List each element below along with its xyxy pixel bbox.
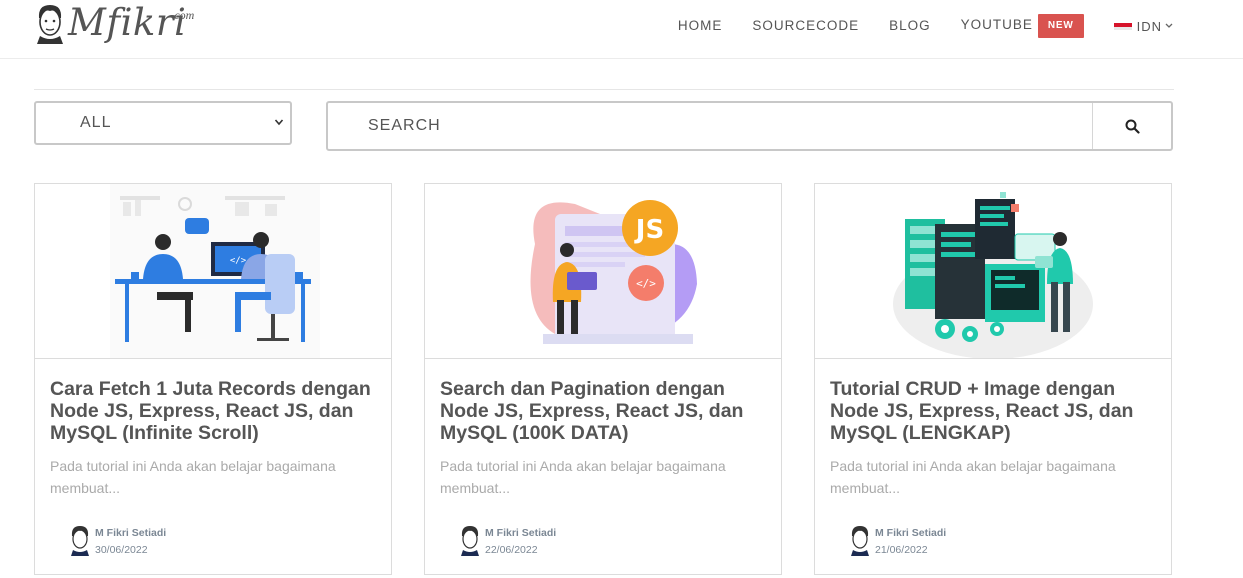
svg-text:</>: </> xyxy=(230,256,247,266)
language-label: IDN xyxy=(1136,18,1162,34)
post-excerpt: Pada tutorial ini Anda akan belajar baga… xyxy=(440,458,726,496)
avatar xyxy=(461,526,479,556)
nav-blog[interactable]: BLOG xyxy=(889,17,931,35)
brand-name: Mfikri xyxy=(68,1,187,44)
chevron-down-icon xyxy=(1165,23,1173,28)
nav-sourcecode[interactable]: SOURCECODE xyxy=(752,17,859,35)
search-button[interactable] xyxy=(1092,103,1171,149)
language-dropdown[interactable]: IDN xyxy=(1113,18,1173,34)
brand-suffix: com xyxy=(174,8,195,22)
author-name: M Fikri Setiadi xyxy=(485,527,557,539)
author-name: M Fikri Setiadi xyxy=(875,527,947,539)
search-icon xyxy=(1125,119,1140,134)
indonesia-flag-icon xyxy=(1113,22,1132,30)
avatar xyxy=(851,526,869,556)
avatar xyxy=(71,526,89,556)
post-author: M Fikri Setiadi 22/06/2022 xyxy=(459,524,556,557)
divider xyxy=(34,89,1174,90)
developers-at-desk-illustration: </> xyxy=(110,184,320,358)
category-select-value: ALL xyxy=(80,114,112,131)
post-excerpt: Pada tutorial ini Anda akan belajar baga… xyxy=(50,458,336,496)
javascript-developer-illustration: JS </> xyxy=(530,200,697,344)
post-date: 22/06/2022 xyxy=(485,544,538,556)
post-excerpt: Pada tutorial ini Anda akan belajar baga… xyxy=(830,458,1116,496)
chevron-down-icon xyxy=(274,119,284,126)
category-select[interactable]: ALL xyxy=(34,101,292,145)
post-author: M Fikri Setiadi 21/06/2022 xyxy=(849,524,946,557)
brand-logo[interactable]: Mfikri com xyxy=(34,2,194,46)
svg-text:</>: </> xyxy=(636,277,656,290)
search-bar xyxy=(326,101,1173,151)
post-date: 30/06/2022 xyxy=(95,544,148,556)
post-thumbnail[interactable]: </> xyxy=(35,184,391,359)
new-badge: NEW xyxy=(1037,14,1084,38)
post-title[interactable]: Search dan Pagination dengan Node JS, Ex… xyxy=(440,378,770,444)
post-title[interactable]: Tutorial CRUD + Image dengan Node JS, Ex… xyxy=(830,378,1160,444)
nav-youtube[interactable]: YOUTUBE NEW xyxy=(961,14,1084,38)
main-nav: HOME SOURCECODE BLOG YOUTUBE NEW IDN xyxy=(678,14,1173,38)
post-card[interactable]: </> Cara Fetch 1 Juta Records dengan Nod… xyxy=(34,183,392,575)
svg-text:JS: JS xyxy=(634,215,664,245)
post-thumbnail[interactable]: JS </> xyxy=(425,184,781,359)
search-input[interactable] xyxy=(328,103,1094,149)
post-thumbnail[interactable] xyxy=(815,184,1171,359)
logo-face-icon xyxy=(37,5,63,44)
navbar: Mfikri com HOME SOURCECODE BLOG YOUTUBE N… xyxy=(0,0,1243,59)
nav-home[interactable]: HOME xyxy=(678,17,723,35)
nav-youtube-label: YOUTUBE xyxy=(960,17,1033,32)
post-title[interactable]: Cara Fetch 1 Juta Records dengan Node JS… xyxy=(50,378,380,444)
post-author: M Fikri Setiadi 30/06/2022 xyxy=(69,524,166,557)
post-card[interactable]: Tutorial CRUD + Image dengan Node JS, Ex… xyxy=(814,183,1172,575)
post-date: 21/06/2022 xyxy=(875,544,928,556)
post-card[interactable]: JS </> Search dan Pagination dengan Node… xyxy=(424,183,782,575)
author-name: M Fikri Setiadi xyxy=(95,527,167,539)
server-monitors-illustration xyxy=(893,192,1093,358)
